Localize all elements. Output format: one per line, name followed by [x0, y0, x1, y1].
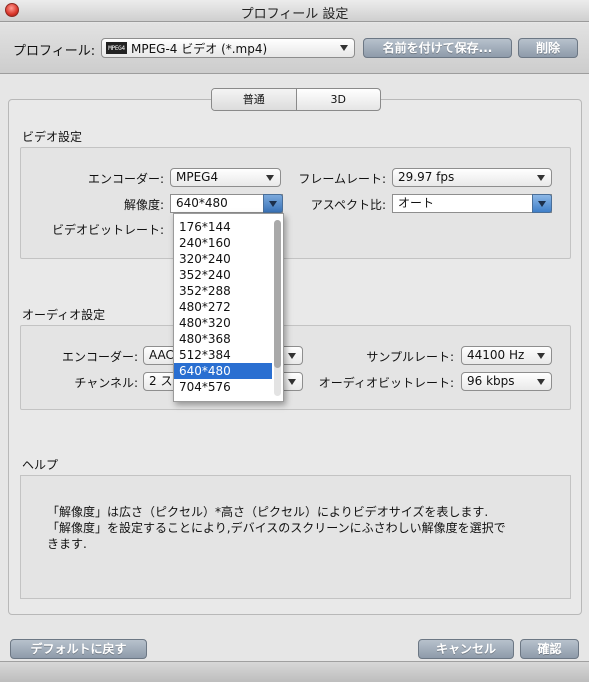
framerate-select[interactable]: 29.97 fps [392, 168, 552, 187]
video-bitrate-label: ビデオビットレート: [51, 223, 164, 237]
audio-bitrate-select[interactable]: 96 kbps [461, 372, 552, 391]
profile-toolbar: プロフィール: MPEG4 MPEG-4 ビデオ (*.mp4) 名前を付けて保… [0, 23, 589, 74]
resolution-option[interactable]: 320*240 [174, 251, 272, 267]
channel-label: チャンネル: [74, 376, 138, 390]
resolution-option[interactable]: 352*288 [174, 283, 272, 299]
ok-button[interactable]: 確認 [520, 639, 579, 659]
save-as-button[interactable]: 名前を付けて保存... [363, 38, 512, 58]
resolution-option[interactable]: 176*144 [174, 219, 272, 235]
resolution-dropdown-list: 176*144 240*160 320*240 352*240 352*288 480*2… [173, 213, 284, 402]
tab-3d[interactable]: 3D [295, 89, 381, 110]
help-text-line: きます. [47, 537, 87, 551]
chevron-down-icon [266, 175, 274, 181]
resolution-option[interactable]: 480*368 [174, 331, 272, 347]
audio-settings-title: オーディオ設定 [22, 308, 106, 322]
chevron-down-icon [537, 175, 545, 181]
resolution-option[interactable]: 704*576 [174, 379, 272, 395]
resolution-label: 解像度: [123, 198, 164, 212]
help-text-line: 「解像度」は広さ（ピクセル）*高さ（ピクセル）によりビデオサイズを表します. [47, 505, 489, 519]
title-bar: プロフィール 設定 [0, 0, 589, 22]
profile-label: プロフィール: [13, 44, 96, 59]
chevron-down-icon [288, 353, 296, 359]
video-settings-title: ビデオ設定 [22, 130, 83, 144]
audio-bitrate-label: オーディオビットレート: [318, 376, 454, 390]
chevron-down-icon [288, 379, 296, 385]
dropdown-scrollbar-thumb[interactable] [274, 220, 281, 368]
framerate-value: 29.97 fps [398, 170, 455, 184]
window-title: プロフィール 設定 [240, 7, 349, 22]
chevron-down-icon[interactable] [532, 194, 552, 213]
resolution-option[interactable]: 352*240 [174, 267, 272, 283]
audio-bitrate-value: 96 kbps [467, 374, 515, 388]
mpeg4-icon: MPEG4 [106, 42, 127, 54]
dropdown-scrollbar[interactable] [274, 220, 281, 396]
delete-button[interactable]: 削除 [518, 38, 578, 58]
chevron-down-icon [537, 379, 545, 385]
resolution-combobox[interactable]: 640*480 [170, 194, 283, 213]
framerate-label: フレームレート: [298, 172, 386, 186]
cancel-button[interactable]: キャンセル [418, 639, 514, 659]
help-text-line: 「解像度」を設定することにより,デバイスのスクリーンにふさわしい解像度を選択で [47, 521, 506, 535]
profile-select[interactable]: MPEG4 MPEG-4 ビデオ (*.mp4) [101, 38, 355, 58]
resolution-value: 640*480 [176, 196, 228, 210]
help-box: 「解像度」は広さ（ピクセル）*高さ（ピクセル）によりビデオサイズを表します. 「… [20, 475, 571, 599]
aspect-ratio-value: オート [398, 196, 435, 210]
tab-normal[interactable]: 普通 [212, 89, 296, 110]
resolution-option[interactable]: 480*272 [174, 299, 272, 315]
video-encoder-label: エンコーダー: [87, 172, 164, 186]
audio-encoder-label: エンコーダー: [61, 350, 138, 364]
video-encoder-select[interactable]: MPEG4 [170, 168, 281, 187]
help-title: ヘルプ [22, 458, 59, 472]
sample-rate-value: 44100 Hz [467, 348, 525, 362]
video-encoder-value: MPEG4 [176, 170, 219, 184]
channel-value: 2 ス [149, 374, 173, 388]
chevron-down-icon [537, 353, 545, 359]
reset-defaults-button[interactable]: デフォルトに戻す [10, 639, 147, 659]
sample-rate-select[interactable]: 44100 Hz [461, 346, 552, 365]
tab-bar: 普通 3D [211, 88, 381, 111]
window-bottom-edge [0, 661, 589, 682]
audio-settings-group [20, 325, 571, 410]
sample-rate-label: サンプルレート: [366, 350, 454, 364]
chevron-down-icon [340, 45, 348, 51]
chevron-down-icon[interactable] [263, 194, 283, 213]
resolution-option[interactable]: 640*480 [174, 363, 272, 379]
aspect-ratio-combobox[interactable]: オート [392, 194, 552, 213]
profile-select-value: MPEG-4 ビデオ (*.mp4) [131, 41, 268, 56]
resolution-option[interactable]: 512*384 [174, 347, 272, 363]
resolution-option[interactable]: 240*160 [174, 235, 272, 251]
resolution-option[interactable]: 480*320 [174, 315, 272, 331]
audio-encoder-value: AAC [149, 348, 174, 362]
aspect-ratio-label: アスペクト比: [310, 198, 386, 212]
